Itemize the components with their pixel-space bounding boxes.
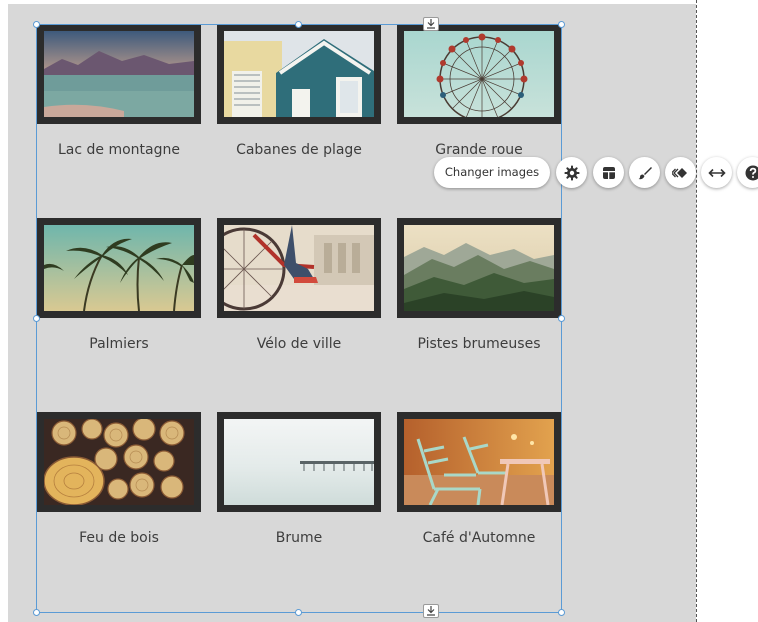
stretch-icon — [707, 168, 726, 177]
animation-button[interactable] — [665, 157, 696, 188]
page-edge-guide — [696, 0, 697, 622]
resize-handle-top[interactable] — [295, 21, 302, 28]
resize-handle-bottom-right[interactable] — [558, 609, 565, 616]
download-arrow-icon — [427, 606, 435, 616]
anchor-top-button[interactable] — [423, 17, 439, 31]
paint-brush-icon — [638, 166, 652, 179]
resize-handle-bottom-left[interactable] — [33, 609, 40, 616]
resize-handle-top-left[interactable] — [33, 21, 40, 28]
help-button[interactable] — [737, 157, 758, 188]
resize-handle-right[interactable] — [558, 315, 565, 322]
change-images-button[interactable]: Changer images — [434, 157, 550, 188]
layout-icon — [602, 166, 615, 179]
selection-box — [36, 24, 562, 613]
resize-handle-bottom[interactable] — [295, 609, 302, 616]
help-icon — [745, 165, 758, 180]
animation-icon — [671, 167, 687, 178]
resize-handle-top-right[interactable] — [558, 21, 565, 28]
settings-button[interactable] — [556, 157, 587, 188]
gear-icon — [564, 165, 579, 180]
design-button[interactable] — [629, 157, 660, 188]
anchor-bottom-button[interactable] — [423, 604, 439, 618]
layout-button[interactable] — [593, 157, 624, 188]
download-arrow-icon — [427, 19, 435, 29]
stretch-button[interactable] — [701, 157, 732, 188]
resize-handle-left[interactable] — [33, 315, 40, 322]
